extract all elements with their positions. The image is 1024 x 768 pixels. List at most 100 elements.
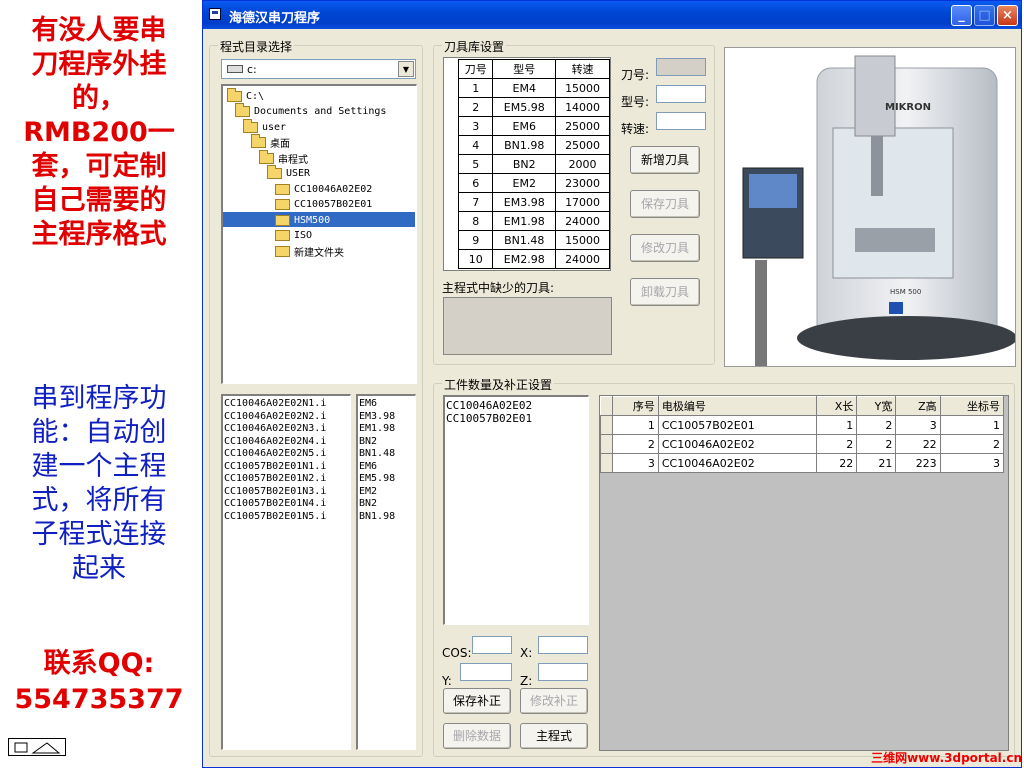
tool-table-cell: EM1.98 [492,211,557,231]
tool-table-header[interactable]: 转速 [555,59,610,79]
edit-offset-button[interactable]: 修改补正 [520,688,588,714]
file-item[interactable]: CC10046A02E02N4.i [224,436,349,449]
tool-list[interactable]: EM6 EM3.98 EM1.98 BN2 BN1.48 EM6 EM5.98 EM2 BN2 B… [356,394,416,750]
machine-model: HSM 500 [890,288,921,296]
tool-table-header[interactable]: 型号 [492,59,557,79]
cos-input[interactable] [472,636,512,654]
tool-table-row[interactable]: 10 EM2.98 24000 [457,249,610,269]
offset-table-row[interactable]: 3 CC10046A02E02 22 21 223 3 [600,453,1005,473]
tree-item[interactable]: CC10046A02E02 [275,181,374,197]
z-input[interactable] [538,663,588,681]
unload-tool-button[interactable]: 卸载刀具 [630,278,700,306]
offset-table-cell: CC10046A02E02 [657,453,817,473]
tool-table-row[interactable]: 9 BN1.48 15000 [457,230,610,250]
tool-table-header[interactable]: 刀号 [457,59,494,79]
dropdown-arrow-icon[interactable]: ▼ [398,61,414,77]
tool-table-row[interactable]: 5 BN2 2000 [457,154,610,174]
main-program-button[interactable]: 主程式 [520,723,588,749]
tree-item-label: 串程式 [278,154,308,166]
folder-icon [275,230,290,241]
offset-table[interactable]: 序号 电极编号 X长 Y宽 Z高 坐标号 1 CC10057B02E01 1 2 3 1 2 CC100… [600,396,1005,473]
y-input[interactable] [460,663,512,681]
file-item[interactable]: CC10057B02E01N2.i [224,473,349,486]
tree-item[interactable]: HSM500 [275,212,333,228]
promo-line: 自己需要的 [31,185,167,216]
tree-item-label: CC10057B02E01 [294,199,373,210]
edit-tool-button[interactable]: 修改刀具 [630,234,700,262]
maximize-button[interactable]: □ [974,5,995,26]
tree-item[interactable]: user [243,118,288,135]
offset-table-header[interactable]: 序号 [612,396,659,416]
file-item[interactable]: CC10057B02E01N4.i [224,498,349,511]
delete-data-button[interactable]: 删除数据 [443,723,511,749]
tool-table-row[interactable]: 7 EM3.98 17000 [457,192,610,212]
tool-type-input[interactable] [656,85,706,103]
tree-item[interactable]: ISO [275,228,314,244]
offset-table-header[interactable]: Z高 [895,396,941,416]
offset-table-header[interactable]: 坐标号 [939,396,1005,416]
tree-item[interactable]: 串程式 [259,149,310,166]
save-offset-button[interactable]: 保存补正 [443,688,511,714]
promo-top: 有没人要串 刀程序外挂 的， RMB200一 套，可定制 自己需要的 主程序格式 [4,14,194,252]
file-item[interactable]: CC10046A02E02N1.i [224,398,349,411]
tool-table-cell: 8 [457,211,494,231]
file-item[interactable]: CC10046A02E02N3.i [224,423,349,436]
file-item[interactable]: CC10057B02E01N1.i [224,461,349,474]
tool-name-item: EM5.98 [359,473,396,484]
folder-tree[interactable]: C:\ Documents and Settings user 桌面 串程式 USER CC… [221,84,417,384]
tool-table-row[interactable]: 3 EM6 25000 [457,116,610,136]
file-item[interactable]: CC10046A02E02N5.i [224,448,349,461]
save-tool-button[interactable]: 保存刀具 [630,190,700,218]
tool-name-item: EM6 [359,398,378,409]
file-item[interactable]: CC10046A02E02N2.i [224,411,349,424]
offset-table-header[interactable]: X长 [815,396,858,416]
offset-table-header[interactable]: 电极编号 [657,396,817,416]
tree-item[interactable]: USER [267,165,312,182]
close-button[interactable]: × [997,5,1018,26]
tool-table-row[interactable]: 4 BN1.98 25000 [457,135,610,155]
tool-table-row[interactable]: 8 EM1.98 24000 [457,211,610,231]
minimize-button[interactable]: _ [951,5,972,26]
tool-no-label: 刀号: [621,68,650,82]
file-list[interactable]: CC10046A02E02N1.i CC10046A02E02N2.i CC1004… [221,394,351,750]
tool-group: 刀具库设置 刀号 型号 转速 1 EM4 15000 2 EM5.98 14000 3 EM6 25… [433,38,715,365]
tool-group-title: 刀具库设置 [442,38,507,55]
tree-item[interactable]: Documents and Settings [235,103,388,120]
offset-table-row[interactable]: 2 CC10046A02E02 2 2 22 2 [600,434,1005,454]
electrode-list[interactable]: CC10046A02E02 CC10057B02E01 [443,395,589,625]
file-item[interactable]: CC10057B02E01N5.i [224,511,349,524]
file-list-items: CC10046A02E02N1.i CC10046A02E02N2.i CC1004… [223,396,350,525]
tool-table-row[interactable]: 1 EM4 15000 [457,78,610,98]
electrode-item[interactable]: CC10057B02E01 [446,412,587,425]
row-header[interactable] [600,434,613,454]
row-header[interactable] [600,415,613,435]
y-label: Y: [442,674,452,688]
tool-table[interactable]: 刀号 型号 转速 1 EM4 15000 2 EM5.98 14000 3 EM6 25000 4 BN… [457,59,610,269]
drive-select[interactable]: c: ▼ [221,59,416,79]
file-item[interactable]: CC10057B02E01N3.i [224,486,349,499]
tree-item[interactable]: C:\ [227,87,266,104]
tool-table-cell: 5 [457,154,494,174]
tool-table-cell: EM5.98 [492,97,557,117]
tree-item[interactable]: 新建文件夹 [275,243,346,259]
tree-item[interactable]: CC10057B02E01 [275,197,374,213]
slide-nav-icon[interactable] [8,738,66,756]
tool-no-input[interactable] [656,58,706,76]
maximize-icon: □ [978,8,991,23]
electrode-item[interactable]: CC10046A02E02 [446,399,587,412]
offset-table-header[interactable]: Y宽 [856,396,897,416]
x-input[interactable] [538,636,588,654]
tool-table-row[interactable]: 6 EM2 23000 [457,173,610,193]
tool-table-row[interactable]: 2 EM5.98 14000 [457,97,610,117]
promo-contact: 联系QQ: 554735377 [4,646,194,718]
row-header[interactable] [600,453,613,473]
offset-table-row[interactable]: 1 CC10057B02E01 1 2 3 1 [600,415,1005,435]
tool-table-cell: 4 [457,135,494,155]
tool-speed-input[interactable] [656,112,706,130]
promo-line: 有没人要串 [31,15,167,46]
title-bar[interactable]: 海德汉串刀程序 _ □ × [203,1,1021,29]
promo-line: 主程序格式 [31,219,167,250]
missing-tools-box[interactable] [443,297,612,355]
tree-item[interactable]: 桌面 [251,134,292,151]
add-tool-button[interactable]: 新增刀具 [630,146,700,174]
